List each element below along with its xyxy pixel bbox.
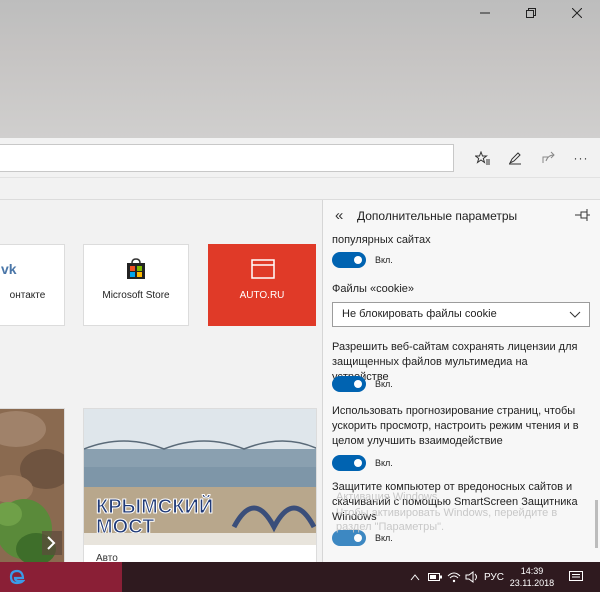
favorites-star-icon bbox=[475, 151, 490, 165]
news-image: КРЫМСКИЙ МОСТ bbox=[84, 409, 316, 545]
chevron-up-icon[interactable] bbox=[408, 562, 422, 592]
tile-vk[interactable]: vk онтакте bbox=[0, 244, 65, 326]
news-image bbox=[0, 409, 64, 562]
language-indicator[interactable]: РУС bbox=[482, 562, 506, 592]
more-button[interactable]: ··· bbox=[568, 146, 594, 170]
news-card-caption: Авто bbox=[96, 553, 118, 562]
vk-logo-icon: vk bbox=[1, 261, 17, 277]
browser-toolbar: ··· bbox=[0, 138, 600, 178]
restore-icon bbox=[526, 8, 536, 18]
toggle-licenses[interactable] bbox=[332, 376, 366, 392]
toggle-page-prediction[interactable] bbox=[332, 455, 366, 471]
tile-label: AUTO.RU bbox=[239, 290, 285, 301]
svg-text:КРЫМСКИЙ: КРЫМСКИЙ bbox=[96, 494, 213, 518]
toggle-label: Вкл. bbox=[375, 458, 393, 468]
minimize-icon bbox=[480, 12, 490, 14]
cookies-heading: Файлы «cookie» bbox=[332, 283, 415, 295]
clock-time: 14:39 bbox=[520, 566, 544, 576]
taskbar-edge-button[interactable] bbox=[0, 562, 122, 592]
toggle-label: Вкл. bbox=[375, 379, 393, 389]
licenses-text: Разрешить веб-сайтам сохранять лицензии … bbox=[332, 341, 578, 383]
favorites-button[interactable] bbox=[470, 146, 496, 170]
wifi-icon[interactable] bbox=[446, 562, 462, 592]
browser-window-icon bbox=[251, 259, 275, 279]
close-icon bbox=[572, 8, 582, 18]
restore-button[interactable] bbox=[508, 0, 554, 26]
smartscreen-text: Защитите компьютер от вредоносных сайтов… bbox=[332, 481, 578, 523]
toggle-label: Вкл. bbox=[375, 533, 393, 543]
back-chevron-icon[interactable]: « bbox=[335, 207, 343, 224]
news-card-crimea-bridge[interactable]: КРЫМСКИЙ МОСТ Авто bbox=[83, 408, 317, 562]
chevron-down-icon bbox=[569, 311, 581, 318]
notes-button[interactable] bbox=[502, 146, 528, 170]
edge-icon bbox=[9, 569, 25, 585]
svg-text:vk: vk bbox=[1, 261, 17, 277]
action-center-icon[interactable] bbox=[566, 562, 586, 592]
title-bar bbox=[0, 0, 600, 138]
pen-icon bbox=[508, 152, 521, 165]
favorites-bar bbox=[0, 178, 600, 200]
cookies-select-value: Не блокировать файлы cookie bbox=[342, 308, 497, 320]
pin-icon[interactable] bbox=[575, 209, 591, 221]
tile-microsoft-store[interactable]: Microsoft Store bbox=[83, 244, 189, 326]
store-bag-icon bbox=[127, 258, 145, 279]
minimize-button[interactable] bbox=[462, 0, 508, 26]
taskbar: РУС 14:39 23.11.2018 bbox=[0, 562, 600, 592]
share-icon bbox=[542, 151, 555, 163]
close-button[interactable] bbox=[554, 0, 600, 26]
cookies-select[interactable]: Не блокировать файлы cookie bbox=[332, 302, 590, 327]
toggle-smartscreen[interactable] bbox=[332, 530, 366, 546]
share-button[interactable] bbox=[536, 146, 562, 170]
news-card-left[interactable] bbox=[0, 408, 65, 562]
battery-icon[interactable] bbox=[427, 562, 443, 592]
volume-icon[interactable] bbox=[464, 562, 480, 592]
tile-label: онтакте bbox=[9, 290, 46, 301]
advanced-settings-pane: « Дополнительные параметры популярных са… bbox=[322, 200, 600, 562]
pane-title: Дополнительные параметры bbox=[357, 209, 518, 223]
taskbar-clock[interactable]: 14:39 23.11.2018 bbox=[508, 565, 556, 589]
clock-date: 23.11.2018 bbox=[509, 578, 555, 588]
page-prediction-text: Использовать прогнозирование страниц, чт… bbox=[332, 405, 579, 447]
pane-scrollbar[interactable] bbox=[595, 500, 598, 548]
more-icon: ··· bbox=[573, 151, 589, 165]
toggle-search-suggestions[interactable] bbox=[332, 252, 366, 268]
tile-label: Microsoft Store bbox=[102, 290, 170, 301]
new-tab-page: vk онтакте Microsoft Store AUTO.RU КРЫМС… bbox=[0, 200, 322, 562]
pane-header: « Дополнительные параметры bbox=[323, 200, 600, 232]
address-bar[interactable] bbox=[0, 144, 454, 172]
toggle-label: Вкл. bbox=[375, 255, 393, 265]
popular-sites-text: популярных сайтах bbox=[332, 234, 431, 246]
tile-auto-ru[interactable]: AUTO.RU bbox=[208, 244, 316, 326]
